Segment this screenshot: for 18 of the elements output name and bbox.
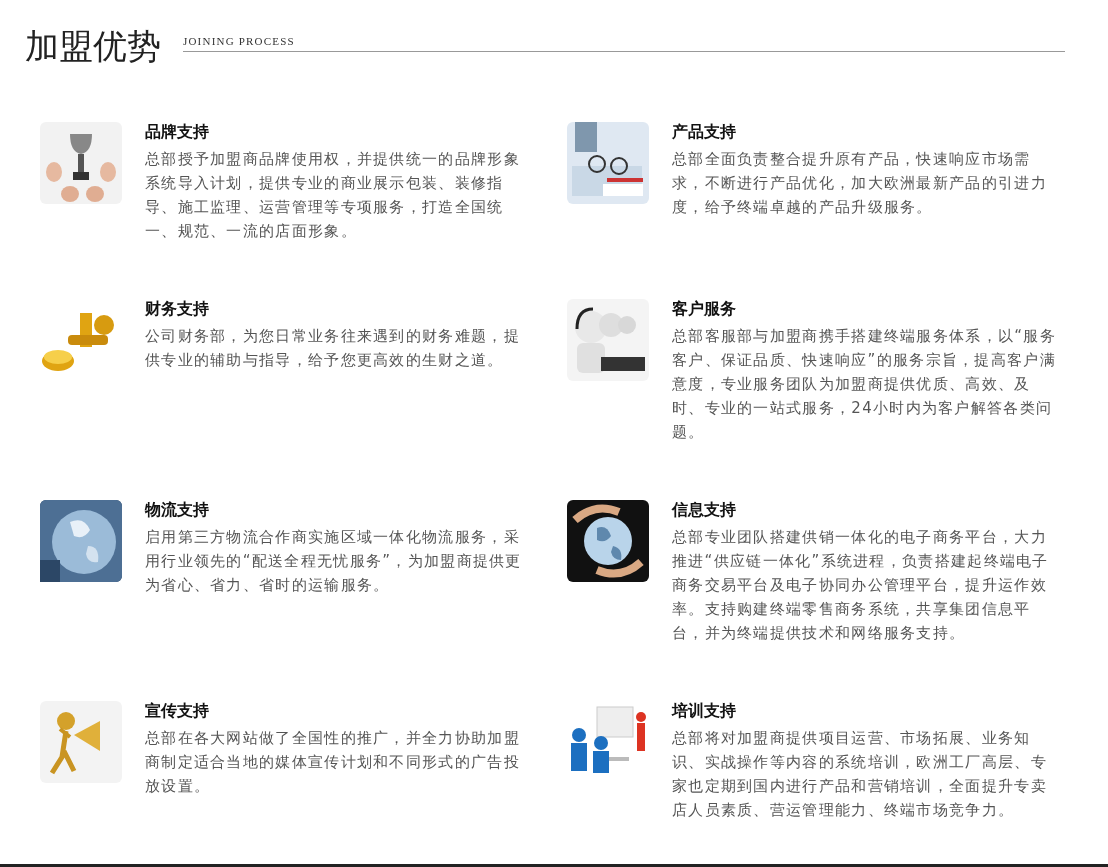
feature-title: 培训支持 bbox=[672, 701, 737, 721]
feature-description: 总部在各大网站做了全国性的推广，并全力协助加盟商制定适合当地的媒体宣传计划和不同形式的广告投放设置。 bbox=[145, 728, 521, 797]
feature-description: 启用第三方物流合作商实施区域一体化物流服务，采用行业领先的“配送全程无忧服务”，为加盟商提供更为省心、省力、省时的运输服务。 bbox=[145, 527, 523, 596]
section-subtitle: JOINING PROCESS bbox=[183, 35, 295, 48]
feature-title: 产品支持 bbox=[672, 122, 737, 142]
feature-title: 物流支持 bbox=[145, 500, 210, 520]
feature-title: 宣传支持 bbox=[145, 701, 210, 721]
section-title: 加盟优势 bbox=[25, 27, 162, 67]
feature-description: 总部授予加盟商品牌使用权，并提供统一的品牌形象系统导入计划，提供专业的商业展示包装、装修指导、施工监理、运营管理等专项服务，打造全国统一、规范、一流的店面形象。 bbox=[145, 149, 521, 242]
feature-description: 总部将对加盟商提供项目运营、市场拓展、业务知识、实战操作等内容的系统培训，欧洲工厂高层、专家也定期到国内进行产品和营销培训，全面提升专卖店人员素质、营运管理能力、终端市场竞争力。 bbox=[672, 728, 1048, 821]
feature-description: 总部全面负责整合提升原有产品，快速响应市场需求，不断进行产品优化，加大欧洲最新产品的引进力度，给予终端卓越的产品升级服务。 bbox=[672, 149, 1048, 218]
feature-title: 财务支持 bbox=[145, 299, 210, 319]
feature-title: 品牌支持 bbox=[145, 122, 210, 142]
feature-description: 公司财务部，为您日常业务往来遇到的财务难题，提供专业的辅助与指导，给予您更高效的生财之道。 bbox=[145, 326, 521, 371]
feature-description: 总部客服部与加盟商携手搭建终端服务体系，以“服务客户、保证品质、快速响应”的服务宗旨，提高客户满意度，专业服务团队为加盟商提供优质、高效、及时、专业的一站式服务，24小时内为客户解答各类问题。 bbox=[672, 326, 1056, 443]
feature-title: 信息支持 bbox=[672, 500, 737, 520]
feature-title: 客户服务 bbox=[672, 299, 737, 319]
feature-description: 总部专业团队搭建供销一体化的电子商务平台，大力推进“供应链一体化”系统进程，负责搭建起终端电子商务交易平台及电子协同办公管理平台，提升运作效率。支持购建终端零售商务系统，共享集团信息平台，并为终端提供技术和网络服务支持。 bbox=[672, 527, 1050, 644]
